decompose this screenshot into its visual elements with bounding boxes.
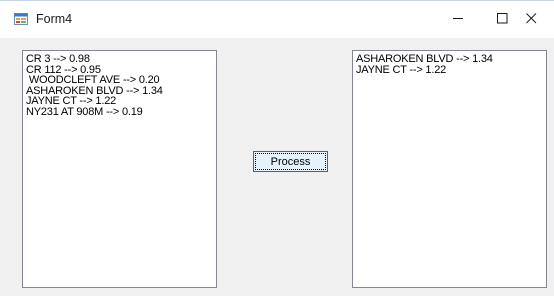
result-list-items: ASHAROKEN BLVD --> 1.34 JAYNE CT --> 1.2…	[353, 51, 546, 75]
list-item[interactable]: WOODCLEFT AVE --> 0.20	[26, 75, 216, 86]
list-item[interactable]: JAYNE CT --> 1.22	[356, 64, 546, 76]
maximize-icon	[496, 11, 508, 29]
list-item[interactable]: JAYNE CT --> 1.22	[26, 96, 216, 107]
minimize-button[interactable]	[435, 1, 481, 39]
process-button[interactable]: Process	[253, 151, 328, 172]
result-listbox[interactable]: ASHAROKEN BLVD --> 1.34 JAYNE CT --> 1.2…	[352, 50, 547, 288]
close-icon	[525, 11, 537, 29]
form-window: Form4 CR 3 --> 0.98 CR 112 --> 0.95 WOOD…	[0, 0, 554, 296]
close-button[interactable]	[508, 1, 554, 39]
list-item[interactable]: CR 3 --> 0.98	[26, 54, 216, 65]
list-item[interactable]: ASHAROKEN BLVD --> 1.34	[356, 54, 546, 65]
title-bar[interactable]: Form4	[0, 0, 554, 38]
source-listbox[interactable]: CR 3 --> 0.98 CR 112 --> 0.95 WOODCLEFT …	[22, 50, 217, 288]
source-list-items: CR 3 --> 0.98 CR 112 --> 0.95 WOODCLEFT …	[23, 51, 216, 117]
form-app-icon[interactable]	[14, 12, 28, 26]
process-button-label: Process	[270, 155, 311, 168]
list-item[interactable]: NY231 AT 908M --> 0.19	[26, 106, 216, 118]
minimize-icon	[452, 11, 464, 29]
window-title: Form4	[36, 12, 73, 26]
